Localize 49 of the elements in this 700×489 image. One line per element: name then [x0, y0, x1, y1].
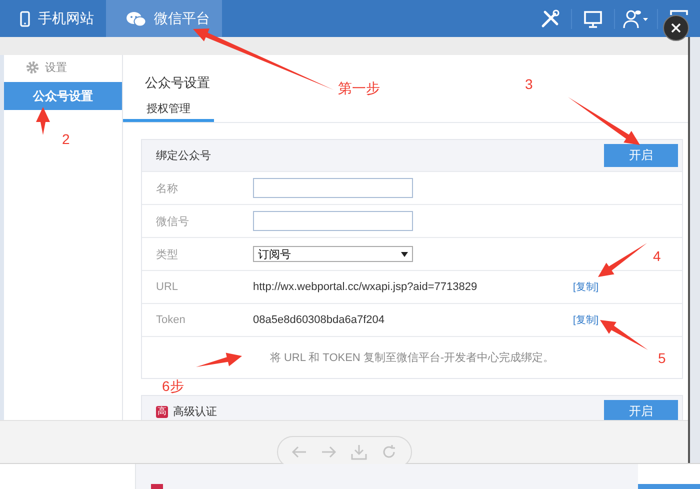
dropdown-caret-icon	[401, 252, 408, 256]
type-dropdown[interactable]: 订阅号	[253, 246, 413, 262]
user-icon[interactable]	[623, 8, 649, 28]
field-value: 08a5e8d60308bda6a7f204	[253, 314, 386, 326]
back-arrow-icon[interactable]	[291, 445, 307, 459]
forward-arrow-icon[interactable]	[321, 445, 337, 459]
copy-link[interactable]: [复制]	[573, 313, 599, 327]
page-title: 公众号设置	[145, 75, 210, 90]
arrow-annotation	[196, 352, 242, 367]
input-field[interactable]	[253, 178, 413, 198]
arrow-annotation	[600, 320, 648, 350]
enable-button[interactable]: 开启	[604, 400, 678, 420]
arrow-annotation	[598, 243, 647, 277]
arrow-annotation	[36, 107, 50, 135]
step-label: 2	[62, 131, 70, 147]
copy-link[interactable]: [复制]	[573, 280, 599, 294]
badge: 高	[156, 406, 168, 418]
input-field[interactable]	[253, 211, 413, 231]
hint-text: 将 URL 和 TOKEN 复制至微信平台-开发者中心完成绑定。	[270, 350, 554, 365]
chat-bubbles-icon	[126, 10, 146, 26]
refresh-icon[interactable]	[381, 444, 397, 460]
field-label: 类型	[156, 248, 179, 262]
field-value: http://wx.webportal.cc/wxapi.jsp?aid=7713829	[253, 281, 478, 293]
panel-title: 绑定公众号	[156, 148, 211, 163]
button-edge	[638, 484, 700, 489]
field-label: URL	[156, 281, 180, 293]
monitor-icon[interactable]	[583, 8, 603, 28]
step-label: 5	[658, 350, 666, 366]
field-label: 微信号	[156, 214, 190, 228]
arrow-annotation	[568, 97, 640, 145]
field-label: 名称	[156, 182, 179, 196]
step-label: 第一步	[338, 80, 380, 98]
badge	[151, 484, 163, 489]
download-icon[interactable]	[351, 444, 367, 460]
nav-tab[interactable]: 微信平台	[106, 0, 222, 37]
sidebar-item[interactable]: 公众号设置	[4, 82, 122, 110]
step-label: 6步	[162, 378, 184, 396]
step-label: 3	[525, 76, 533, 92]
field-label: Token	[156, 314, 186, 326]
panel-title: 高级认证	[173, 404, 217, 419]
phone-icon	[20, 10, 30, 26]
gear-icon	[26, 60, 39, 74]
enable-button[interactable]: 开启	[604, 144, 678, 167]
sidebar-heading: 设置	[45, 60, 67, 74]
step-label: 4	[653, 248, 661, 264]
close-icon	[671, 23, 681, 33]
tab[interactable]: 授权管理	[123, 96, 214, 122]
tools-icon[interactable]	[540, 8, 560, 28]
nav-tab[interactable]: 手机网站	[0, 0, 106, 37]
